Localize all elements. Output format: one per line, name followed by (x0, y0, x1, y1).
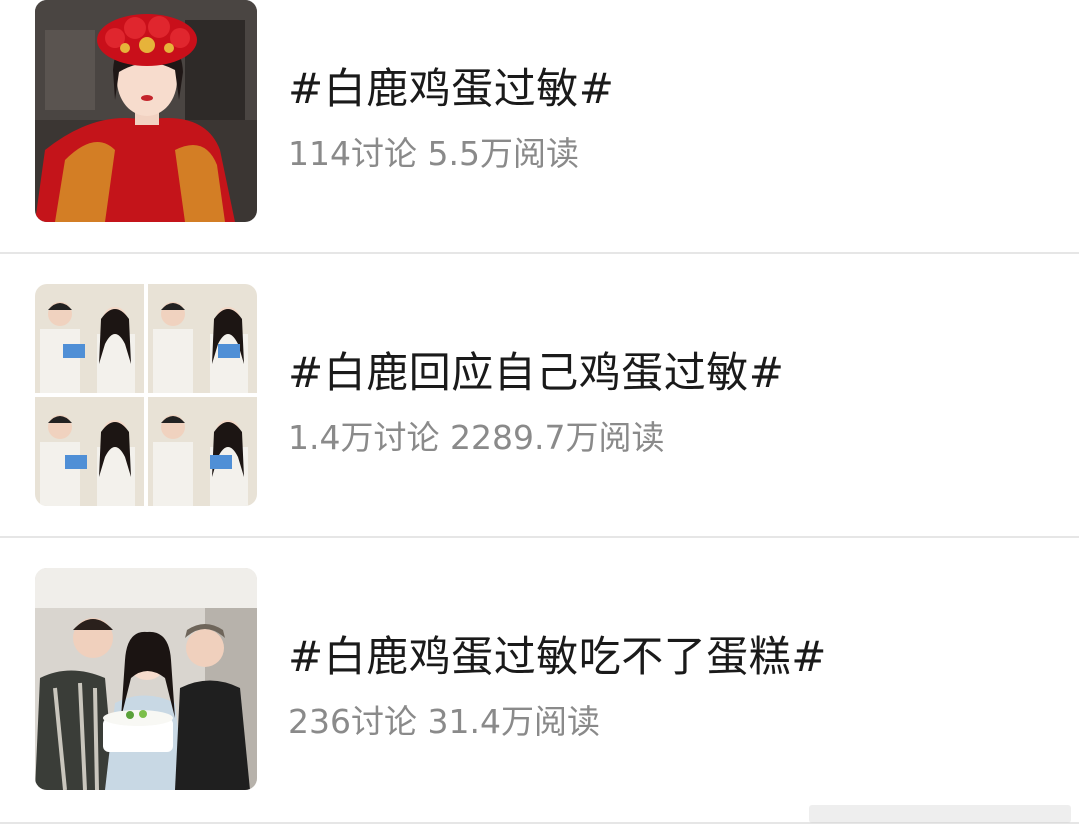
topic-title: #白鹿回应自己鸡蛋过敏# (288, 348, 785, 397)
topic-thumbnail[interactable] (35, 568, 257, 790)
interview-grid-image (35, 284, 257, 506)
read-count: 31.4万阅读 (427, 702, 600, 741)
topic-row[interactable]: #白鹿鸡蛋过敏吃不了蛋糕# 236讨论 31.4万阅读 (0, 538, 1079, 790)
topic-row[interactable]: #白鹿回应自己鸡蛋过敏# 1.4万讨论 2289.7万阅读 (0, 254, 1079, 506)
topic-title: #白鹿鸡蛋过敏吃不了蛋糕# (288, 632, 827, 681)
watermark-logo (809, 805, 1071, 823)
topic-thumbnail[interactable] (35, 284, 257, 506)
topic-stats: 236讨论 31.4万阅读 (288, 695, 600, 743)
discussion-count: 236讨论 (288, 702, 417, 741)
topic-thumbnail[interactable] (35, 0, 257, 222)
read-count: 2289.7万阅读 (449, 418, 665, 457)
cake-group-photo-image (35, 568, 257, 790)
topic-title: #白鹿鸡蛋过敏# (288, 64, 615, 113)
topic-list: #白鹿鸡蛋过敏# 114讨论 5.5万阅读 #白鹿回应自己鸡蛋过敏# 1.4万讨… (0, 0, 1079, 831)
topic-row[interactable]: #白鹿鸡蛋过敏# 114讨论 5.5万阅读 (0, 0, 1079, 252)
discussion-count: 114讨论 (288, 134, 417, 173)
discussion-count: 1.4万讨论 (288, 418, 440, 457)
topic-stats: 114讨论 5.5万阅读 (288, 127, 579, 175)
topic-stats: 1.4万讨论 2289.7万阅读 (288, 411, 664, 459)
read-count: 5.5万阅读 (427, 134, 579, 173)
bride-costume-image (35, 0, 257, 222)
